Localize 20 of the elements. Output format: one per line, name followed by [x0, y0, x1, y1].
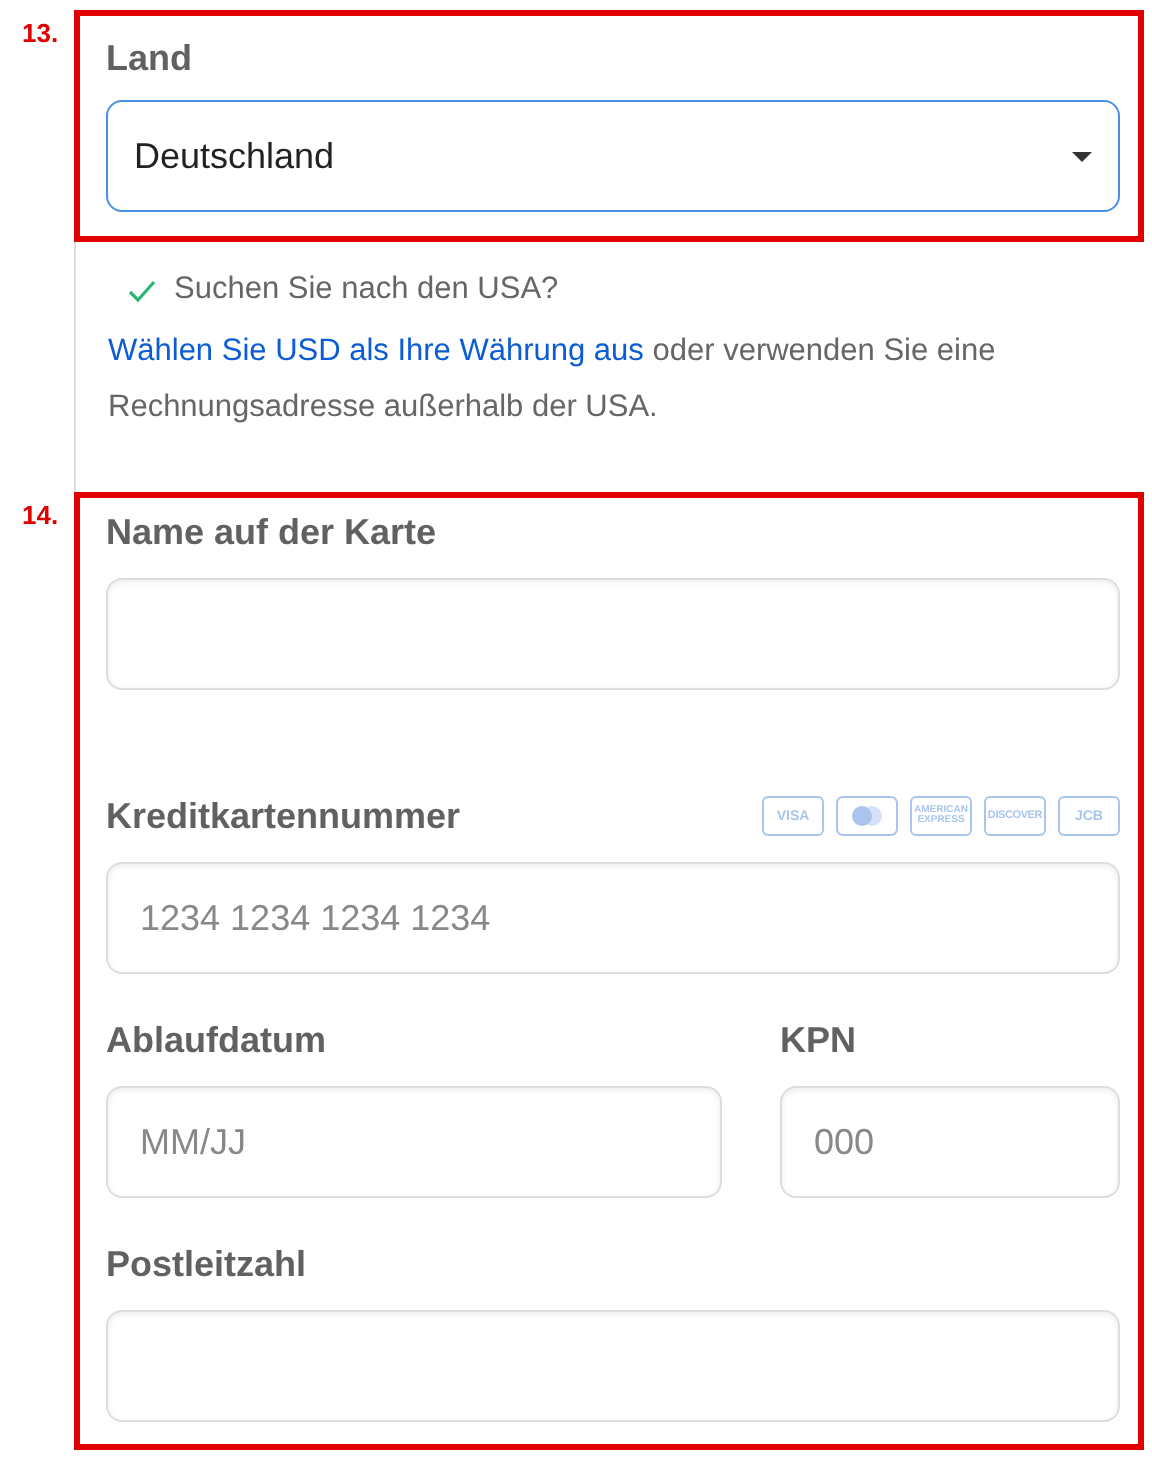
input-field[interactable]: 1234 1234 1234 1234 [106, 862, 1120, 974]
field-label: Land [106, 38, 194, 80]
field-label: KPN [780, 1019, 857, 1061]
field-label: Postleitzahl [106, 1243, 307, 1285]
input-field[interactable] [106, 578, 1120, 690]
field-label: Ablaufdatum [106, 1019, 326, 1061]
field-label: Name auf der Karte [106, 511, 437, 553]
step-number: 13. [20, 16, 61, 52]
notice-question: Suchen Sie nach den USA? [174, 272, 559, 308]
currency-link[interactable]: Wählen Sie USD als Ihre Währung aus [108, 334, 644, 368]
notice-text: Wählen Sie USD als Ihre Währung aus oder verwenden Sie eine Rechnungsadresse außerhalb der USA. [108, 332, 998, 428]
input-field[interactable]: 000 [780, 1086, 1120, 1198]
check-icon [128, 279, 156, 301]
step-number: 14. [20, 498, 61, 534]
caret-icon [1072, 151, 1092, 161]
select-field[interactable]: Deutschland [106, 100, 1120, 212]
field-label: Kreditkartennummer [106, 795, 461, 837]
card-logo-icon [836, 796, 898, 836]
input-field[interactable] [106, 1310, 1120, 1422]
input-field[interactable]: MM/JJ [106, 1086, 722, 1198]
